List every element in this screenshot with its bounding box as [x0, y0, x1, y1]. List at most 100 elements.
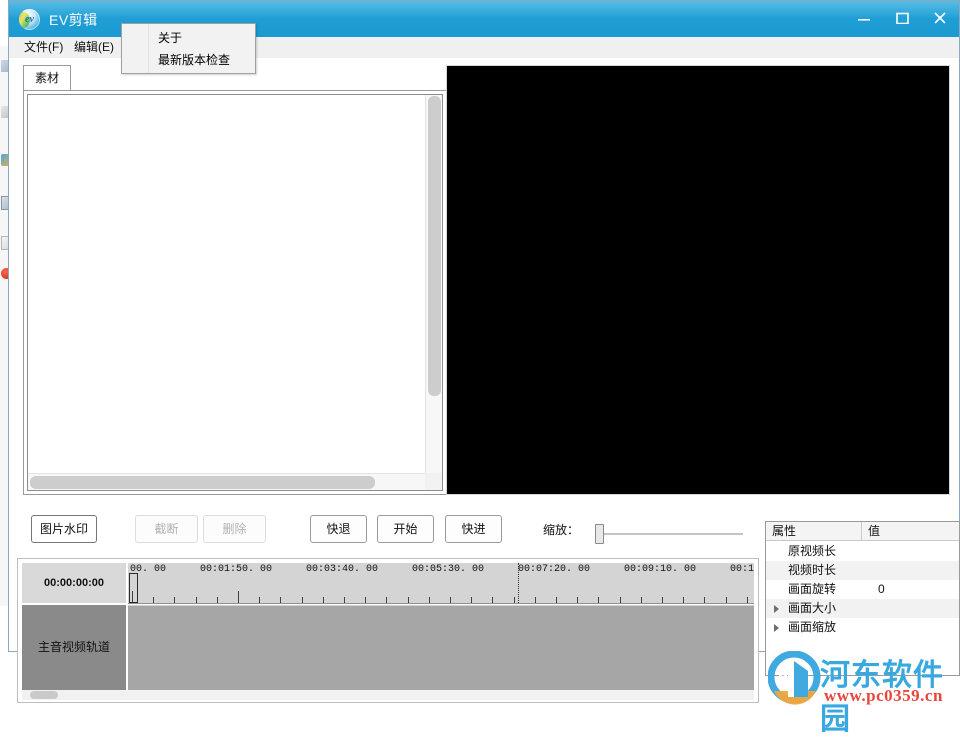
menu-option-check-update[interactable]: 最新版本检查	[149, 49, 255, 71]
ruler-tick	[408, 597, 409, 603]
timeline-scroll-thumb[interactable]	[30, 691, 58, 699]
ruler-tick	[174, 597, 175, 603]
property-row[interactable]: 画面旋转 0	[766, 580, 959, 599]
material-list[interactable]	[28, 95, 425, 473]
ruler-tick	[280, 597, 281, 603]
maximize-button[interactable]	[883, 1, 921, 35]
ruler-label: 00:07:20. 00	[518, 564, 591, 575]
ruler-tick	[492, 597, 493, 603]
ruler-tick	[450, 597, 451, 603]
ruler-tick	[598, 597, 599, 603]
material-horizontal-scrollbar[interactable]	[28, 473, 425, 490]
minimize-icon	[858, 19, 870, 21]
ruler-tick	[556, 597, 557, 603]
close-button[interactable]	[921, 1, 959, 35]
timeline-ruler[interactable]: 00. 00 00:01:50. 00 00:03:40. 00 00:05:3…	[128, 563, 754, 604]
image-watermark-button[interactable]: 图片水印	[31, 515, 97, 543]
property-name: 画面缩放	[788, 620, 837, 634]
timecode-display: 00:00:00:00	[22, 563, 126, 603]
tab-material[interactable]: 素材	[23, 65, 71, 91]
timeline-horizontal-scrollbar[interactable]	[22, 690, 754, 700]
cut-button[interactable]: 截断	[135, 515, 198, 543]
property-name: 视频时长	[788, 563, 837, 577]
track-header-label: 主音视频轨道	[37, 640, 110, 654]
ruler-tick	[683, 597, 684, 603]
ruler-tick	[217, 597, 218, 603]
main-content: 素材 图片水印 截断 删除 快退 开始 快进 缩放： 00:00:00:00 主…	[9, 58, 960, 736]
window-title: EV剪辑	[49, 12, 98, 28]
zoom-slider-track[interactable]	[595, 533, 743, 535]
property-name: 画面大小	[788, 601, 837, 615]
menu-option-about[interactable]: 关于	[149, 27, 255, 49]
properties-column-name: 属性	[766, 522, 862, 540]
close-icon	[934, 12, 946, 24]
ruler-tick	[323, 597, 324, 603]
timeline-marker-line	[518, 563, 519, 603]
ruler-label: 00:09:10. 00	[624, 564, 697, 575]
ruler-tick	[662, 597, 663, 603]
property-row[interactable]: 原视频长	[766, 542, 959, 561]
video-preview-surface[interactable]	[447, 66, 949, 494]
ruler-tick	[620, 597, 621, 603]
property-row[interactable]: 画面大小	[766, 599, 959, 618]
help-menu-dropdown: 关于 最新版本检查	[121, 23, 256, 74]
zoom-slider-thumb[interactable]	[595, 524, 604, 544]
timecode-value: 00:00:00:00	[44, 577, 104, 589]
ruler-tick	[153, 597, 154, 603]
ruler-tick	[514, 597, 515, 603]
scrollbar-corner	[425, 473, 442, 490]
video-track-lane[interactable]	[128, 605, 754, 691]
watermark-logo-icon	[768, 651, 821, 705]
ruler-tick	[238, 591, 239, 603]
timeline-panel: 00:00:00:00 主音视频轨道 00. 00 00:01:50. 00 0…	[17, 558, 759, 703]
maximize-icon	[896, 12, 909, 24]
property-name: 画面旋转	[788, 582, 837, 596]
property-row[interactable]: 视频时长	[766, 561, 959, 580]
ruler-label: 00:05:30. 00	[412, 564, 485, 575]
ruler-tick	[535, 597, 536, 603]
material-vertical-scrollbar[interactable]	[425, 95, 442, 473]
delete-button[interactable]: 删除	[203, 515, 266, 543]
menu-item-file[interactable]: 文件(F)	[17, 38, 70, 57]
site-watermark: 河东软件园 www.pc0359.cn	[766, 648, 960, 736]
app-logo-icon: ev	[19, 9, 40, 30]
playhead[interactable]	[129, 577, 138, 603]
ruler-tick	[344, 597, 345, 603]
property-value: 0	[878, 582, 885, 596]
ruler-label: 00:01:50. 00	[200, 564, 273, 575]
rewind-button[interactable]: 快退	[310, 515, 367, 543]
menu-gutter	[122, 24, 149, 73]
fast-forward-button[interactable]: 快进	[445, 515, 502, 543]
ruler-tick	[386, 597, 387, 603]
ruler-label: 00:03:40. 00	[306, 564, 379, 575]
properties-header: 属性 值	[766, 522, 959, 541]
ruler-tick	[365, 597, 366, 603]
property-name: 原视频长	[788, 544, 837, 558]
expand-triangle-icon[interactable]	[774, 605, 779, 613]
ruler-label: 00:11:0	[730, 564, 754, 575]
expand-triangle-icon[interactable]	[774, 624, 779, 632]
ruler-tick	[641, 597, 642, 603]
ruler-tick	[747, 597, 748, 603]
minimize-button[interactable]	[845, 1, 883, 35]
track-header[interactable]: 主音视频轨道	[22, 605, 126, 691]
material-panel	[23, 90, 447, 495]
material-panel-inner	[27, 94, 443, 491]
ruler-tick	[259, 597, 260, 603]
ruler-tick	[429, 597, 430, 603]
play-button[interactable]: 开始	[377, 515, 434, 543]
ruler-tick	[704, 597, 705, 603]
material-vertical-scroll-thumb[interactable]	[428, 96, 441, 396]
zoom-slider-label: 缩放：	[543, 523, 580, 537]
watermark-url: www.pc0359.cn	[824, 686, 943, 705]
title-bar-gloss	[9, 1, 959, 19]
ruler-tick	[196, 597, 197, 603]
material-horizontal-scroll-thumb[interactable]	[30, 476, 375, 489]
app-logo-text: ev	[25, 14, 34, 25]
ruler-tick	[302, 597, 303, 603]
application-window: ev EV剪辑 文件(F) 编辑(E) 帮助(H) 关于 最新版本检查	[8, 0, 960, 736]
menu-item-edit[interactable]: 编辑(E)	[67, 38, 121, 57]
preview-panel	[446, 65, 950, 495]
property-row[interactable]: 画面缩放	[766, 618, 959, 637]
ruler-tick	[726, 597, 727, 603]
